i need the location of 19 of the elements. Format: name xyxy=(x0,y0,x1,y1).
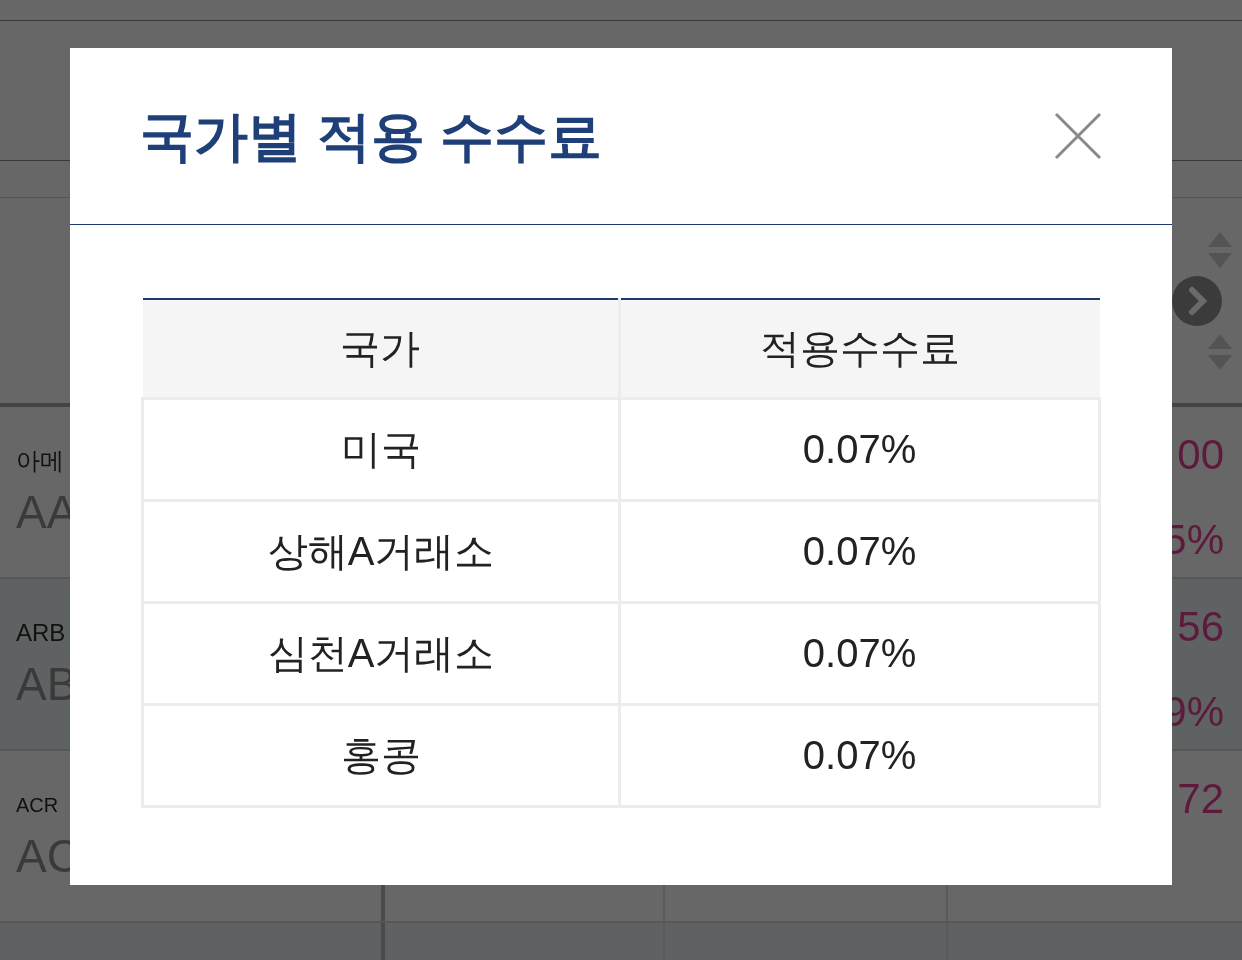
table-cell: 0.07% xyxy=(619,704,1100,806)
table-cell: 홍콩 xyxy=(142,704,620,806)
change-value: 00 xyxy=(1177,430,1224,480)
dialog-title: 국가별 적용 수수료 xyxy=(140,109,602,163)
column-header: 국가 xyxy=(142,299,620,398)
stock-name: ACR xyxy=(16,793,59,818)
stock-name: 아메 xyxy=(16,446,64,476)
table-cell: 상해A거래소 xyxy=(142,500,620,602)
table-cell: 0.07% xyxy=(619,398,1100,500)
change-value: 72 xyxy=(1177,774,1224,824)
chevron-right-icon[interactable] xyxy=(1172,275,1222,326)
close-icon[interactable] xyxy=(1054,112,1102,160)
table-cell: 0.07% xyxy=(619,500,1100,602)
table-cell: 미국 xyxy=(142,398,620,500)
column-header: 적용수수료 xyxy=(619,299,1100,398)
table-cell: 심천A거래소 xyxy=(142,602,620,704)
stock-name: ARB xyxy=(16,618,66,648)
table-cell: 0.07% xyxy=(619,602,1100,704)
change-value: 56 xyxy=(1177,602,1224,652)
